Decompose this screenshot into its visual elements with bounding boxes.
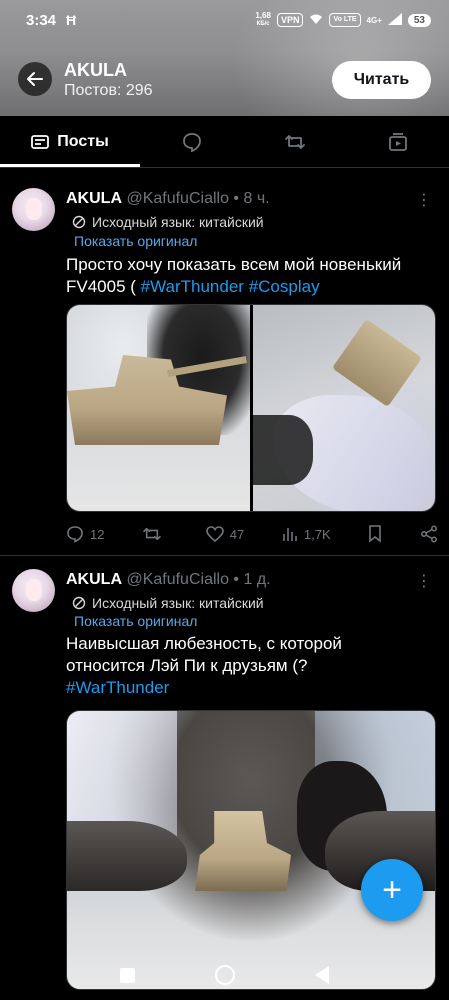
heart-icon — [205, 526, 224, 542]
analytics-icon — [283, 528, 297, 541]
tab-replies[interactable] — [140, 116, 243, 167]
profile-posts-count: Постов: 296 — [64, 82, 153, 99]
translation-note: Исходный язык: китайский — [72, 595, 264, 611]
post-photo-cosplay-tank[interactable] — [66, 710, 436, 990]
post-item[interactable]: AKULA @KafufuCiallo • 1 д. ⋮ Исходный яз… — [0, 557, 449, 1000]
vpn-badge: VPN — [276, 13, 304, 27]
author-handle[interactable]: @KafufuCiallo — [126, 571, 229, 588]
network-speed: 1,68 КБ/с — [255, 12, 271, 28]
post-time: • 8 ч. — [233, 190, 270, 207]
compose-post-button[interactable]: + — [361, 859, 423, 921]
tab-posts-label: Посты — [57, 132, 109, 150]
hashtag-link[interactable]: #WarThunder — [141, 277, 244, 296]
tab-reposts[interactable] — [243, 116, 346, 167]
tab-media[interactable] — [346, 116, 449, 167]
views-count: 1,7K — [303, 526, 331, 542]
translate-icon — [72, 215, 86, 229]
signal-icon — [387, 12, 402, 28]
avatar[interactable] — [12, 188, 55, 231]
post-text: Наивысшая любезность, с которой относитс… — [66, 633, 376, 699]
like-count: 47 — [229, 526, 245, 542]
translate-icon — [72, 596, 86, 610]
avatar[interactable] — [12, 569, 55, 612]
retweet-icon — [143, 527, 161, 541]
author-handle[interactable]: @KafufuCiallo — [126, 190, 229, 207]
posts-icon — [31, 134, 50, 149]
battery-indicator: 53 — [407, 13, 431, 27]
retweet-icon — [284, 134, 305, 149]
follow-button[interactable]: Читать — [332, 61, 431, 99]
post-meta: AKULA @KafufuCiallo • 8 ч. — [66, 190, 270, 208]
post-time: • 1 д. — [233, 571, 271, 588]
tab-posts[interactable]: Посты — [0, 116, 140, 167]
views-button[interactable]: 1,7K — [282, 526, 331, 542]
translation-note: Исходный язык: китайский — [72, 214, 264, 230]
repost-button[interactable] — [142, 526, 168, 542]
home-icon[interactable] — [215, 965, 235, 985]
recent-apps-icon[interactable] — [120, 967, 135, 983]
hashtag-link[interactable]: #WarThunder — [66, 678, 169, 697]
network-type: 4G+ — [366, 15, 382, 25]
post-meta: AKULA @KafufuCiallo • 1 д. — [66, 571, 271, 589]
arrow-left-icon — [27, 72, 43, 86]
share-button[interactable] — [420, 525, 438, 543]
hashtag-link[interactable]: #Cosplay — [249, 277, 320, 296]
replies-icon — [182, 132, 201, 152]
author-name[interactable]: AKULA — [66, 190, 122, 207]
post-body: Наивысшая любезность, с которой относитс… — [66, 634, 342, 675]
wifi-icon — [309, 13, 323, 28]
profile-name: AKULA — [64, 60, 127, 80]
translation-note-text: Исходный язык: китайский — [92, 595, 264, 611]
share-icon — [421, 525, 437, 543]
post-item[interactable]: AKULA @KafufuCiallo • 8 ч. ⋮ Исходный яз… — [0, 178, 449, 556]
profile-tabs: Посты — [0, 116, 449, 168]
reply-icon — [67, 526, 83, 543]
media-grid — [66, 304, 436, 512]
show-original-link[interactable]: Показать оригинал — [74, 613, 197, 629]
more-options-icon[interactable]: ⋮ — [416, 571, 432, 591]
more-options-icon[interactable]: ⋮ — [416, 190, 432, 210]
author-name[interactable]: AKULA — [66, 571, 122, 588]
post-actions: 12 47 1,7K — [66, 521, 438, 547]
speed-unit: КБ/с — [256, 21, 270, 27]
volte-badge: Vo LTE — [329, 13, 361, 27]
show-original-link[interactable]: Показать оригинал — [74, 233, 197, 249]
post-text: Просто хочу показать всем мой новенький … — [66, 254, 438, 298]
post-photo-tank-model[interactable] — [67, 305, 250, 511]
status-bar: 3:34 Ħ 1,68 КБ/с VPN Vo LTE 4G+ 53 — [0, 0, 449, 40]
back-button[interactable] — [18, 62, 52, 96]
notification-icon: Ħ — [66, 12, 77, 28]
system-navigation-bar — [0, 950, 449, 1000]
profile-header-banner: 3:34 Ħ 1,68 КБ/с VPN Vo LTE 4G+ 53 AKULA… — [0, 0, 449, 116]
translation-note-text: Исходный язык: китайский — [92, 214, 264, 230]
bookmark-icon — [369, 525, 382, 543]
like-button[interactable]: 47 — [205, 526, 245, 542]
back-triangle-icon[interactable] — [315, 966, 329, 984]
post-photo-cosplay[interactable] — [252, 305, 435, 511]
reply-count: 12 — [90, 526, 105, 542]
bookmark-button[interactable] — [368, 525, 382, 543]
speed-value: 1,68 — [255, 11, 271, 20]
status-time: 3:34 — [26, 11, 57, 29]
media-icon — [388, 132, 407, 151]
reply-button[interactable]: 12 — [66, 525, 104, 543]
